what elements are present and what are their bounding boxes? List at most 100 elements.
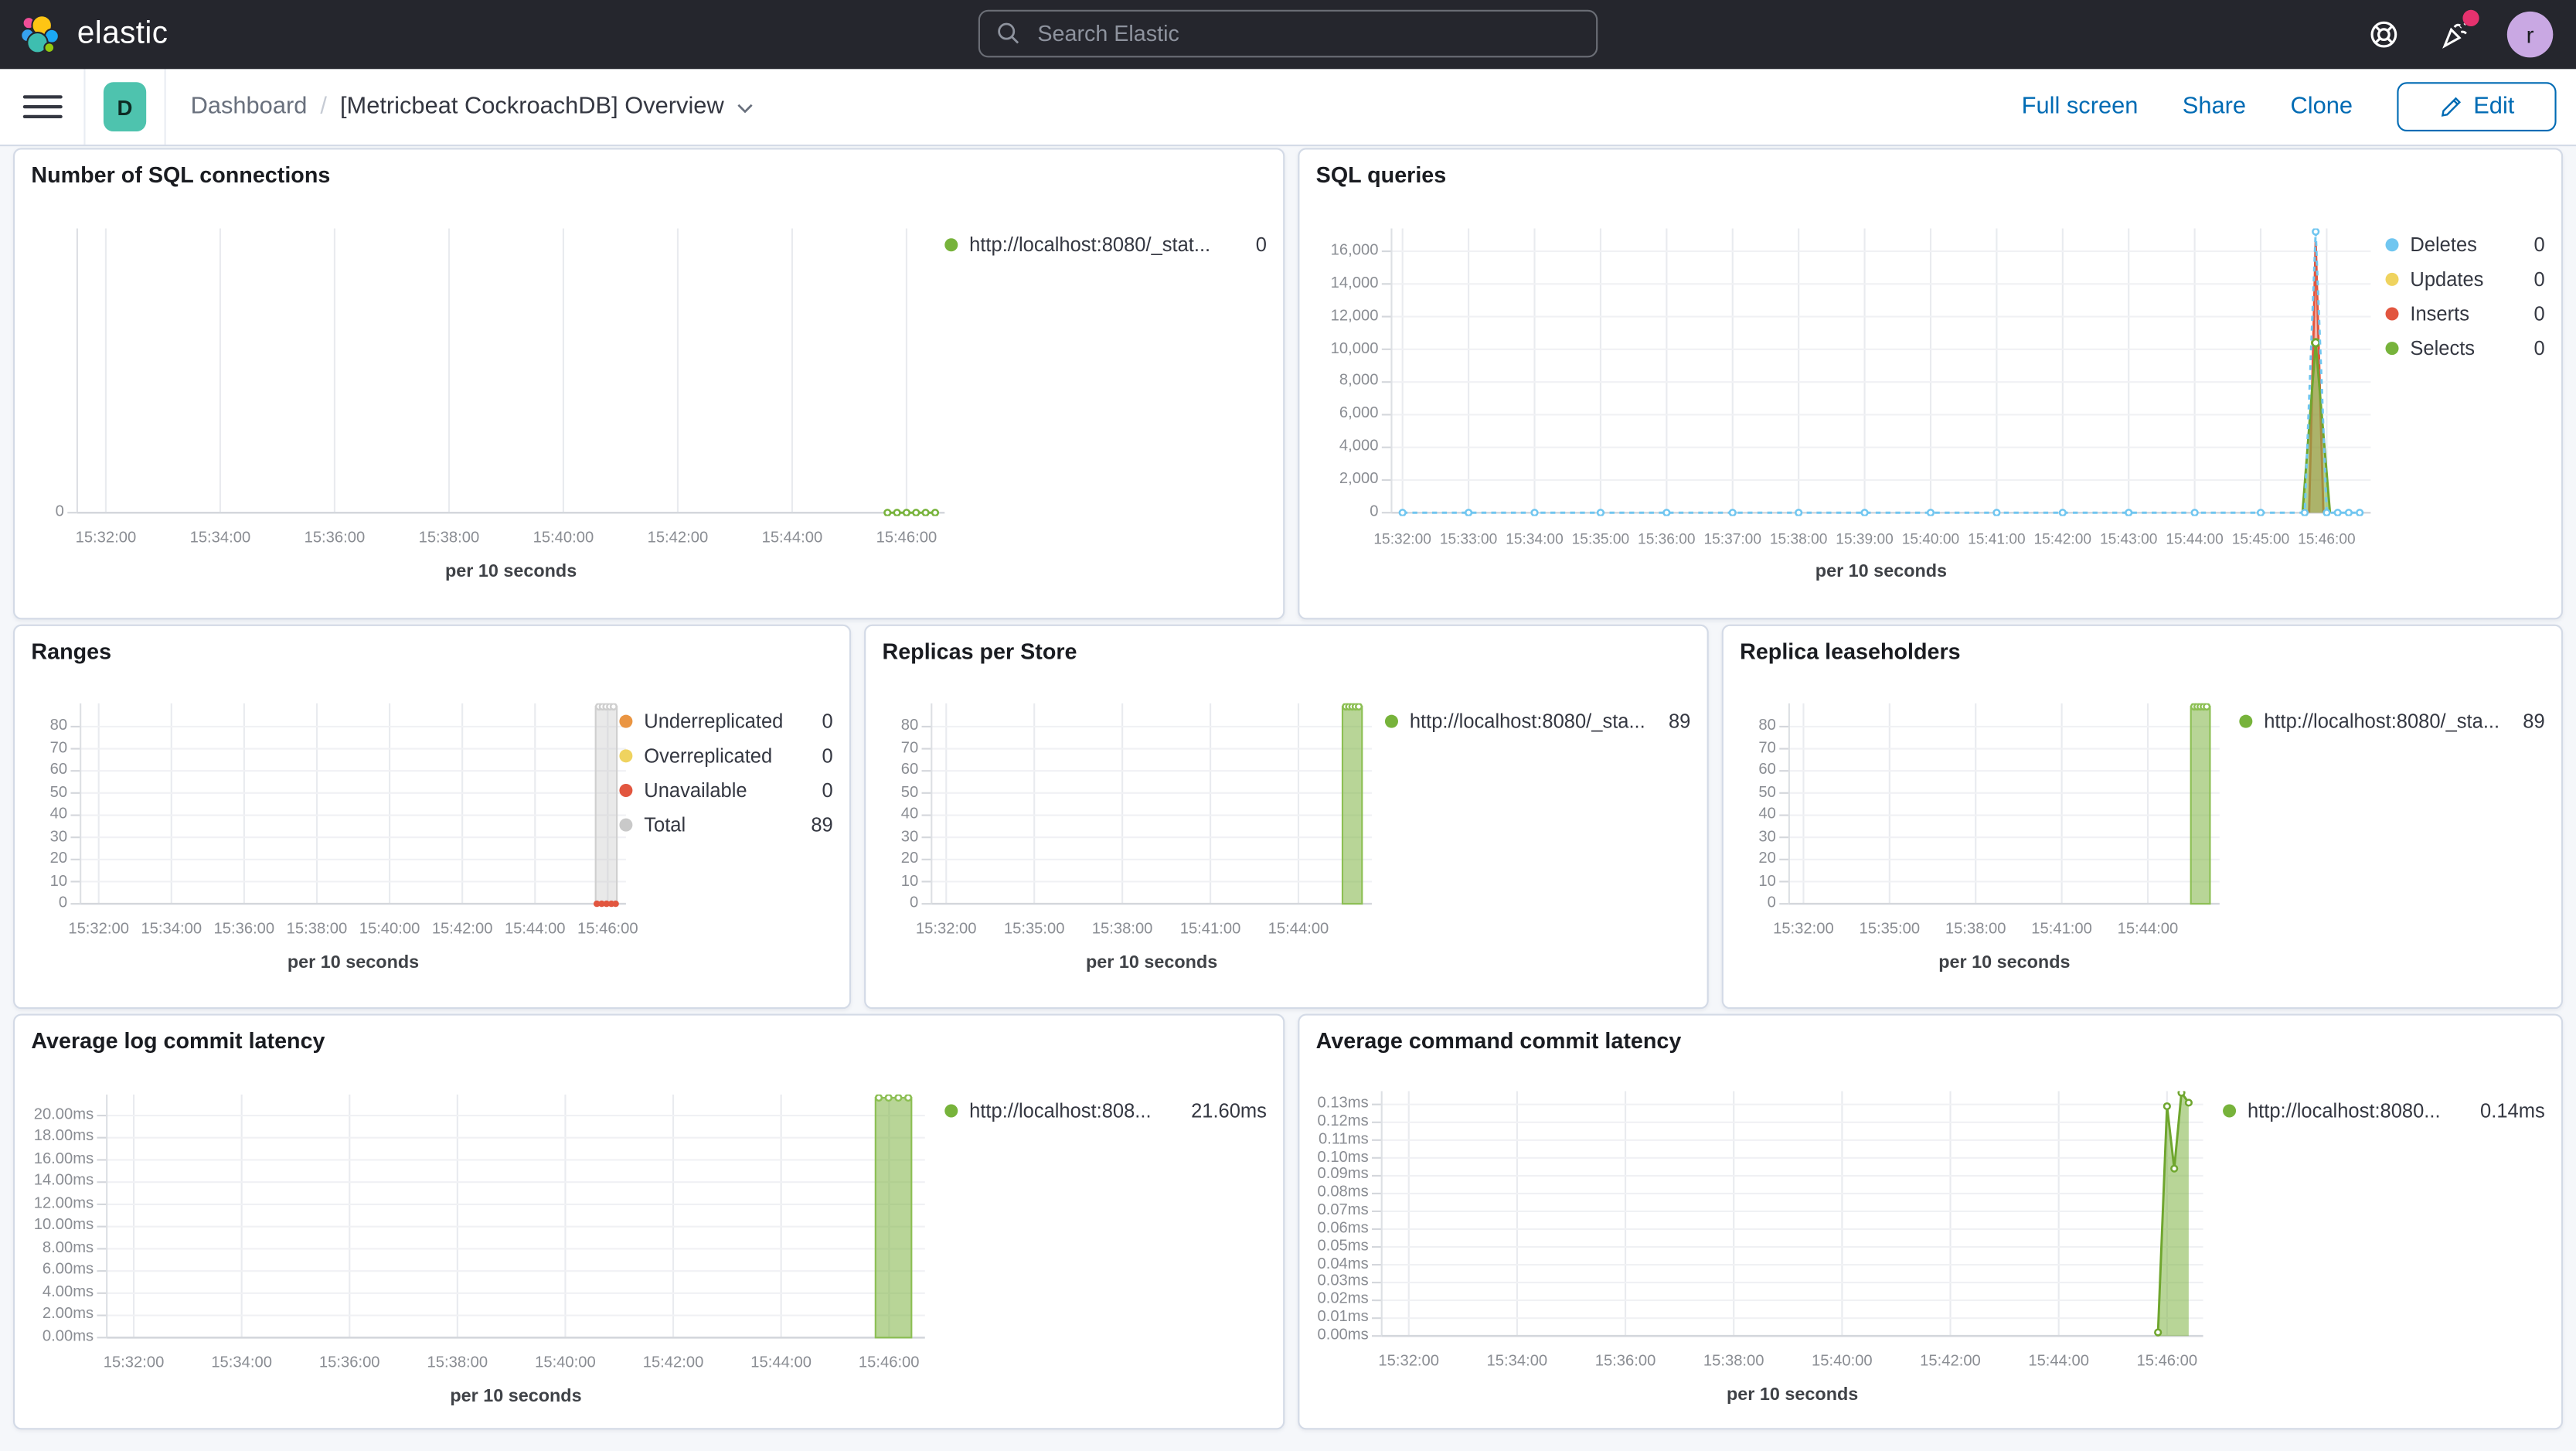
legend-item[interactable]: Updates 0 <box>2385 261 2545 296</box>
share-link[interactable]: Share <box>2183 94 2246 120</box>
legend-dot <box>619 817 633 831</box>
edit-button[interactable]: Edit <box>2397 82 2557 132</box>
y-axis-label: 0.06ms <box>1317 1219 1369 1238</box>
clone-link[interactable]: Clone <box>2290 94 2353 120</box>
x-axis-label: 15:36:00 <box>304 529 366 547</box>
x-axis-label: 15:44:00 <box>761 529 823 547</box>
avatar-initial: r <box>2526 21 2534 48</box>
divider <box>83 69 86 145</box>
legend-item[interactable]: http://localhost:8080/_stat... 0 <box>944 227 1267 261</box>
y-axis-label: 6.00ms <box>42 1261 94 1279</box>
help-icon <box>2370 21 2397 48</box>
legend-item[interactable]: Total 89 <box>619 807 833 842</box>
legend-value: 0 <box>2533 267 2545 291</box>
help-button[interactable] <box>2366 16 2402 53</box>
legend-dot <box>2385 306 2399 320</box>
y-axis-label: 40 <box>900 805 919 824</box>
legend-label: Unavailable <box>644 778 747 802</box>
legend-item[interactable]: http://localhost:808... 21.60ms <box>944 1093 1267 1128</box>
x-axis-title: per 10 seconds <box>1938 952 2071 973</box>
user-avatar[interactable]: r <box>2506 11 2554 58</box>
y-axis-label: 10 <box>900 871 919 891</box>
x-axis-label: 15:46:00 <box>2136 1352 2198 1371</box>
y-axis-label: 20 <box>1758 850 1776 868</box>
legend-value: 0 <box>2533 301 2545 325</box>
legend-item[interactable]: Inserts 0 <box>2385 296 2545 331</box>
legend-item[interactable]: Selects 0 <box>2385 330 2545 365</box>
y-axis-label: 16.00ms <box>33 1150 94 1169</box>
x-axis-label: 15:38:00 <box>1703 1352 1764 1371</box>
x-axis-label: 15:32:00 <box>1773 920 1834 938</box>
dashboard-badge[interactable]: D <box>103 82 147 132</box>
y-axis-label: 0.00ms <box>1317 1326 1369 1344</box>
legend-value: 0 <box>1255 232 1267 256</box>
y-axis-label: 16,000 <box>1330 241 1379 260</box>
chart-legend: http://localhost:8080... 0.14ms <box>2223 1093 2545 1128</box>
chevron-down-icon <box>737 103 752 113</box>
search-input[interactable] <box>1034 19 1580 48</box>
legend-value: 21.60ms <box>1191 1098 1267 1122</box>
kibana-dashboard-app: elastic Search Elastic r D Dashboard / [… <box>0 0 2576 1451</box>
panel-replica-leaseholders: Replica leaseholders 80 70 60 50 40 30 20 10 0 15:… <box>1721 624 2564 1010</box>
x-axis-label: 15:38:00 <box>1945 920 2006 938</box>
legend-item[interactable]: Deletes 0 <box>2385 227 2545 261</box>
legend-label: Deletes <box>2410 232 2477 256</box>
legend-label: Selects <box>2410 336 2476 359</box>
y-axis-label: 0.03ms <box>1317 1272 1369 1291</box>
legend-item[interactable]: http://localhost:8080... 0.14ms <box>2223 1093 2545 1128</box>
y-axis-label: 50 <box>1758 783 1776 802</box>
panel-avg-log-commit-latency: Average log commit latency 20.00ms 18.00ms… <box>13 1013 1285 1430</box>
menu-button[interactable] <box>20 87 66 127</box>
elastic-home-button[interactable]: elastic <box>20 13 168 56</box>
full-screen-link[interactable]: Full screen <box>2022 94 2139 120</box>
y-axis-label: 12,000 <box>1330 306 1379 325</box>
chart-plot[interactable] <box>921 703 1376 908</box>
y-axis-label: 2.00ms <box>42 1305 94 1324</box>
y-axis-label: 0.13ms <box>1317 1094 1369 1113</box>
legend-dot <box>944 1103 958 1117</box>
legend-item[interactable]: Unavailable 0 <box>619 772 833 807</box>
legend-dot <box>2223 1103 2237 1117</box>
chart-legend: http://localhost:808... 21.60ms <box>944 1093 1267 1128</box>
legend-item[interactable]: Overreplicated 0 <box>619 737 833 772</box>
y-axis-label: 0.12ms <box>1317 1112 1369 1131</box>
panel-title: Replica leaseholders <box>1740 639 1961 664</box>
legend-label: Updates <box>2410 267 2484 291</box>
x-axis-label: 15:38:00 <box>1091 920 1153 938</box>
y-axis-label: 20 <box>900 850 919 868</box>
y-axis-label: 0 <box>58 894 68 912</box>
chart-plot[interactable] <box>67 228 948 516</box>
legend-dot <box>2385 237 2399 251</box>
x-axis-label: 15:38:00 <box>418 529 480 547</box>
legend-item[interactable]: http://localhost:8080/_sta... 89 <box>2239 703 2545 738</box>
legend-dot <box>619 782 633 796</box>
top-header: elastic Search Elastic r <box>0 0 2576 70</box>
y-axis-label: 0.07ms <box>1317 1201 1369 1220</box>
legend-item[interactable]: Underreplicated 0 <box>619 703 833 738</box>
chart-plot[interactable] <box>1371 1091 2207 1339</box>
chart-plot[interactable] <box>70 703 629 908</box>
x-axis-title: per 10 seconds <box>1815 561 1948 582</box>
global-search[interactable] <box>978 9 1598 58</box>
legend-value: 0 <box>822 743 833 767</box>
x-axis-label: 15:32:00 <box>1378 1352 1440 1371</box>
newsfeed-button[interactable] <box>2436 9 2479 53</box>
chart-plot[interactable] <box>97 1094 928 1341</box>
y-axis-label: 40 <box>1758 805 1776 824</box>
y-axis-label: 0 <box>910 894 919 912</box>
panel-title: Replicas per Store <box>882 639 1077 664</box>
legend-label: http://localhost:808... <box>969 1098 1152 1122</box>
x-axis-label: 15:36:00 <box>1594 1352 1656 1371</box>
chart-plot[interactable] <box>1779 703 2223 908</box>
breadcrumb-dashboard-link[interactable]: Dashboard <box>191 94 308 120</box>
y-axis-label: 20 <box>49 850 68 868</box>
chart-plot[interactable] <box>1381 228 2374 516</box>
y-axis-label: 0.08ms <box>1317 1184 1369 1202</box>
y-axis-label: 30 <box>900 827 919 846</box>
panel-ranges: Ranges 80 70 60 50 40 30 20 10 0 15:32:00 15:34:00 1… <box>13 624 852 1010</box>
brand-wordmark: elastic <box>77 16 168 51</box>
breadcrumb-current[interactable]: [Metricbeat CockroachDB] Overview <box>340 94 755 120</box>
legend-item[interactable]: http://localhost:8080/_sta... 89 <box>1384 703 1690 738</box>
y-axis-label: 6,000 <box>1339 404 1379 424</box>
x-axis-label: 15:44:00 <box>2028 1352 2089 1371</box>
